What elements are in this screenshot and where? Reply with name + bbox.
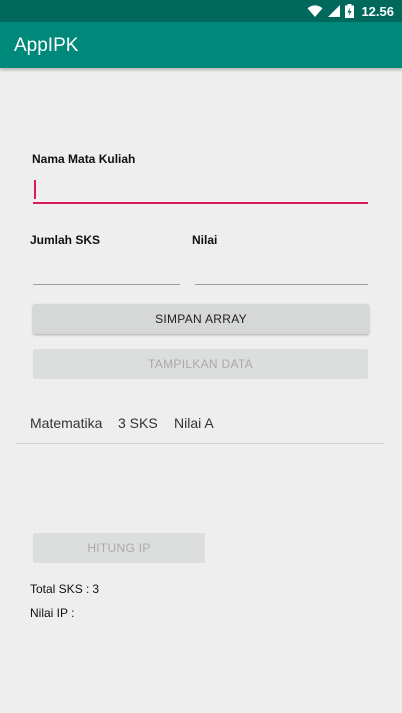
app-bar: AppIPK: [0, 22, 402, 68]
total-sks-value: 3: [92, 582, 100, 596]
signal-icon: [328, 5, 341, 17]
status-bar: 12.56: [0, 0, 402, 22]
grade-label: Nilai: [192, 233, 218, 247]
status-time: 12.56: [361, 3, 394, 19]
sks-input[interactable]: [33, 260, 180, 285]
wifi-icon: [307, 4, 323, 17]
total-sks-row: Total SKS :3: [30, 582, 99, 596]
text-cursor: [34, 180, 36, 199]
ip-row: Nilai IP :: [30, 606, 77, 620]
show-data-button[interactable]: TAMPILKAN DATA: [33, 349, 368, 379]
app-title: AppIPK: [14, 35, 79, 56]
list-item-sks: 3 SKS: [118, 415, 158, 431]
grade-input[interactable]: [195, 260, 368, 285]
battery-icon: [345, 4, 355, 18]
ip-label: Nilai IP :: [30, 606, 75, 620]
total-sks-label: Total SKS :: [30, 582, 90, 596]
calculate-ip-button[interactable]: HITUNG IP: [33, 533, 205, 563]
list-item: Matematika 3 SKS Nilai A: [16, 402, 384, 444]
course-name-input[interactable]: [33, 178, 368, 204]
sks-label: Jumlah SKS: [30, 233, 101, 247]
course-name-label: Nama Mata Kuliah: [32, 152, 136, 166]
status-icons: 12.56: [307, 2, 394, 20]
list-item-grade: Nilai A: [174, 415, 214, 431]
list-item-course: Matematika: [30, 415, 103, 431]
save-array-button[interactable]: SIMPAN ARRAY: [33, 304, 369, 334]
